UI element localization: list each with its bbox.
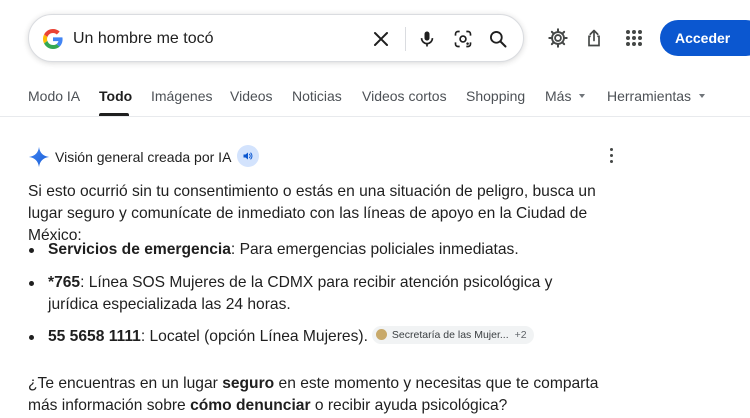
clear-search-button[interactable] bbox=[369, 27, 393, 51]
source-chip-label: Secretaría de las Mujer... bbox=[391, 328, 509, 341]
search-tabs: Modo IA Todo Imágenes Videos Noticias Vi… bbox=[0, 80, 750, 116]
source-chip-count: +2 bbox=[514, 328, 527, 341]
chevron-down-icon bbox=[699, 94, 706, 99]
bullet-dot bbox=[29, 281, 34, 286]
bullet-body: : Para emergencias policiales inmediatas… bbox=[230, 241, 519, 258]
ai-sparkle-icon bbox=[28, 146, 50, 168]
tabs-divider bbox=[0, 116, 750, 117]
more-vert-icon bbox=[610, 148, 613, 151]
settings-button[interactable] bbox=[546, 26, 570, 50]
microphone-icon bbox=[420, 31, 434, 47]
ai-followup-question: ¿Te encuentras en un lugar seguro en est… bbox=[28, 373, 613, 417]
tab-mas[interactable]: Más bbox=[545, 88, 586, 104]
tab-imagenes[interactable]: Imágenes bbox=[151, 88, 212, 104]
apps-button[interactable] bbox=[622, 26, 646, 50]
tab-videos-cortos[interactable]: Videos cortos bbox=[362, 88, 447, 104]
question-text: ¿Te encuentras en un lugar bbox=[28, 375, 223, 392]
bullet-body: : Locatel (opción Línea Mujeres). bbox=[140, 328, 368, 345]
search-input[interactable]: Un hombre me tocó bbox=[73, 30, 214, 48]
tab-herramientas-label: Herramientas bbox=[607, 88, 692, 104]
tab-noticias[interactable]: Noticias bbox=[292, 88, 342, 104]
tab-todo[interactable]: Todo bbox=[99, 88, 132, 104]
bullet-heading: Servicios de emergencia bbox=[48, 241, 231, 258]
gear-icon bbox=[548, 28, 568, 48]
more-options-button[interactable] bbox=[610, 148, 614, 164]
searchbox-divider bbox=[405, 27, 406, 51]
lens-search-button[interactable] bbox=[451, 27, 475, 51]
tab-videos[interactable]: Videos bbox=[230, 88, 273, 104]
bullet-dot bbox=[29, 335, 34, 340]
search-button[interactable] bbox=[486, 27, 510, 51]
close-icon bbox=[374, 32, 388, 46]
question-emphasis: cómo denunciar bbox=[190, 397, 311, 414]
apps-grid-icon bbox=[626, 30, 642, 46]
bullet-heading: *765 bbox=[48, 274, 81, 291]
tab-mas-label: Más bbox=[545, 88, 572, 104]
ai-overview-intro: Si esto ocurrió sin tu consentimiento o … bbox=[28, 183, 596, 244]
tab-shopping[interactable]: Shopping bbox=[466, 88, 525, 104]
question-text: o recibir ayuda psicológica? bbox=[310, 397, 508, 414]
source-chip[interactable]: Secretaría de las Mujer... +2 bbox=[371, 325, 534, 344]
voice-search-button[interactable] bbox=[415, 27, 439, 51]
chevron-down-icon bbox=[579, 94, 586, 99]
camera-lens-icon bbox=[454, 30, 472, 48]
tab-modo-ia[interactable]: Modo IA bbox=[28, 88, 80, 104]
bullet-heading: 55 5658 1111 bbox=[48, 328, 141, 345]
ai-overview-title: Visión general creada por IA bbox=[55, 149, 232, 165]
search-icon bbox=[490, 31, 507, 48]
bullet-dot bbox=[29, 248, 34, 253]
google-g-icon bbox=[43, 29, 63, 49]
speaker-icon bbox=[243, 152, 253, 160]
signin-button[interactable]: Acceder bbox=[660, 20, 750, 56]
ai-overview-header: Visión general creada por IA bbox=[28, 144, 628, 168]
question-emphasis: seguro bbox=[222, 375, 275, 392]
share-button[interactable] bbox=[582, 26, 606, 50]
source-favicon-icon bbox=[375, 329, 387, 341]
listen-button[interactable] bbox=[237, 145, 259, 167]
tab-herramientas[interactable]: Herramientas bbox=[607, 88, 706, 104]
search-box[interactable]: Un hombre me tocó bbox=[28, 14, 524, 62]
share-icon bbox=[588, 29, 600, 47]
bullet-body: : Línea SOS Mujeres de la CDMX para reci… bbox=[48, 274, 553, 313]
